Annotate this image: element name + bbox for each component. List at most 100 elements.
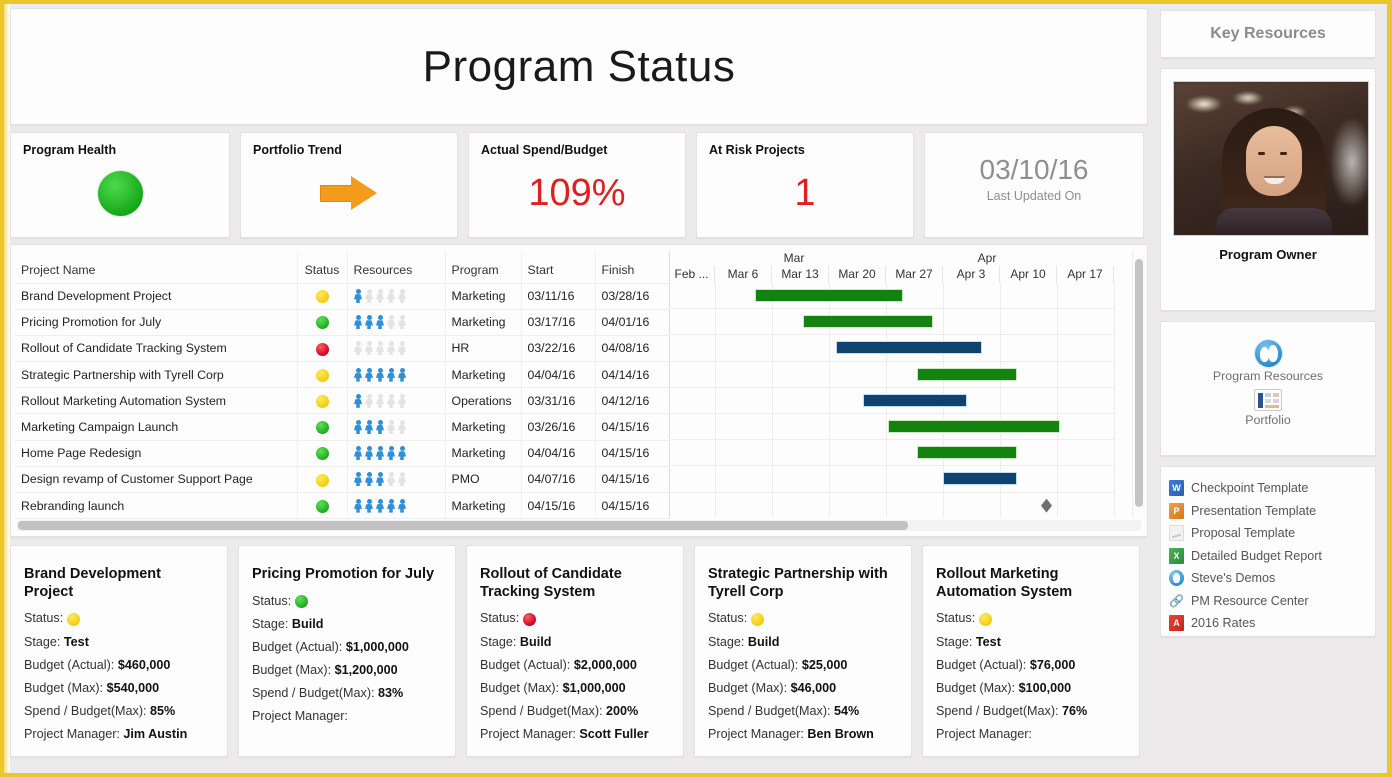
status-dot-green-icon <box>316 421 329 434</box>
cell-program: HR <box>445 335 521 361</box>
cell-program: Marketing <box>445 283 521 309</box>
project-table: Project Name Status Resources Program St… <box>15 251 670 519</box>
cell-project-name: Pricing Promotion for July <box>15 309 297 335</box>
table-header-row: Project Name Status Resources Program St… <box>15 251 669 283</box>
cell-program: Operations <box>445 388 521 414</box>
kpi-at-risk-projects[interactable]: At Risk Projects 1 <box>696 132 914 238</box>
detail-budget-actual: Budget (Actual): $76,000 <box>936 658 1126 672</box>
table-row[interactable]: Strategic Partnership with Tyrell CorpMa… <box>15 362 669 388</box>
avatar <box>1173 81 1369 236</box>
timeline-week-label: Mar 20 <box>829 266 886 283</box>
gantt-bar[interactable] <box>917 446 1017 459</box>
person-icon <box>387 499 396 513</box>
col-start[interactable]: Start <box>521 251 595 283</box>
gantt-bar[interactable] <box>863 394 967 407</box>
detail-budget-max: Budget (Max): $1,200,000 <box>252 663 442 677</box>
project-detail-card[interactable]: Strategic Partnership with Tyrell CorpSt… <box>694 545 912 757</box>
timeline-month-label: Mar <box>764 251 824 265</box>
timeline-week-label: Apr 10 <box>1000 266 1057 283</box>
detail-project-manager: Project Manager: <box>936 727 1126 741</box>
file-link-label: Proposal Template <box>1191 526 1295 540</box>
pdf-icon <box>1169 615 1184 631</box>
file-link-row[interactable]: 2016 Rates <box>1169 612 1375 635</box>
cell-project-name: Rebranding launch <box>15 493 297 519</box>
person-icon <box>354 394 363 408</box>
table-row[interactable]: Design revamp of Customer Support PagePM… <box>15 466 669 492</box>
resource-tiles-card: Program Resources Portfolio <box>1160 321 1376 456</box>
cell-status <box>297 388 347 414</box>
gantt-bar[interactable] <box>836 341 982 354</box>
cell-status <box>297 466 347 492</box>
person-icon <box>387 446 396 460</box>
file-link-label: Presentation Template <box>1191 504 1316 518</box>
detail-budget-max: Budget (Max): $1,000,000 <box>480 681 670 695</box>
kpi-portfolio-trend[interactable]: Portfolio Trend <box>240 132 458 238</box>
person-icon <box>354 289 363 303</box>
person-icon <box>398 446 407 460</box>
col-finish[interactable]: Finish <box>595 251 669 283</box>
gantt-vertical-scrollbar[interactable] <box>1132 251 1144 517</box>
timeline-row <box>669 440 1115 466</box>
table-row[interactable]: Rebranding launchMarketing04/15/1604/15/… <box>15 493 669 519</box>
excel-icon <box>1169 548 1184 564</box>
cell-start: 03/17/16 <box>521 309 595 335</box>
detail-project-manager: Project Manager: Ben Brown <box>708 727 898 741</box>
table-row[interactable]: Marketing Campaign LaunchMarketing03/26/… <box>15 414 669 440</box>
project-detail-card[interactable]: Rollout Marketing Automation SystemStatu… <box>922 545 1140 757</box>
file-link-row[interactable]: PM Resource Center <box>1169 590 1375 613</box>
cell-resources <box>347 388 445 414</box>
person-icon <box>365 394 374 408</box>
project-detail-card[interactable]: Rollout of Candidate Tracking SystemStat… <box>466 545 684 757</box>
gantt-grid: Project Name Status Resources Program St… <box>15 251 669 517</box>
person-icon <box>365 341 374 355</box>
table-row[interactable]: Home Page RedesignMarketing04/04/1604/15… <box>15 440 669 466</box>
file-link-row[interactable]: Proposal Template <box>1169 522 1375 545</box>
file-link-label: PM Resource Center <box>1191 594 1309 608</box>
gantt-bar[interactable] <box>888 420 1060 433</box>
detail-budget-actual: Budget (Actual): $1,000,000 <box>252 640 442 654</box>
file-link-row[interactable]: Presentation Template <box>1169 500 1375 523</box>
cell-status <box>297 309 347 335</box>
detail-spend-ratio: Spend / Budget(Max): 76% <box>936 704 1126 718</box>
table-row[interactable]: Rollout Marketing Automation SystemOpera… <box>15 388 669 414</box>
detail-project-manager: Project Manager: <box>252 709 442 723</box>
project-detail-card[interactable]: Brand Development ProjectStatus:Stage: T… <box>10 545 228 757</box>
gantt-bar[interactable] <box>803 315 933 328</box>
table-row[interactable]: Rollout of Candidate Tracking SystemHR03… <box>15 335 669 361</box>
timeline-week-label: Ap <box>1114 266 1115 283</box>
kpi-actual-spend-budget[interactable]: Actual Spend/Budget 109% <box>468 132 686 238</box>
tile-portfolio[interactable]: Portfolio <box>1161 389 1375 427</box>
detail-stage: Stage: Test <box>24 635 214 649</box>
file-link-row[interactable]: Detailed Budget Report <box>1169 545 1375 568</box>
cell-start: 04/07/16 <box>521 466 595 492</box>
cell-resources <box>347 283 445 309</box>
detail-status: Status: <box>24 611 214 625</box>
file-link-label: Checkpoint Template <box>1191 481 1308 495</box>
gantt-bar[interactable] <box>943 472 1017 485</box>
col-program[interactable]: Program <box>445 251 521 283</box>
cell-finish: 04/14/16 <box>595 362 669 388</box>
kpi-program-health[interactable]: Program Health <box>10 132 230 238</box>
file-link-row[interactable]: Checkpoint Template <box>1169 477 1375 500</box>
table-row[interactable]: Brand Development ProjectMarketing03/11/… <box>15 283 669 309</box>
col-status[interactable]: Status <box>297 251 347 283</box>
tile-program-resources[interactable]: Program Resources <box>1161 340 1375 383</box>
detail-budget-max: Budget (Max): $46,000 <box>708 681 898 695</box>
table-row[interactable]: Pricing Promotion for JulyMarketing03/17… <box>15 309 669 335</box>
cell-project-name: Design revamp of Customer Support Page <box>15 466 297 492</box>
detail-spend-ratio: Spend / Budget(Max): 54% <box>708 704 898 718</box>
gantt-horizontal-scrollbar[interactable] <box>17 520 1141 531</box>
gantt-bar[interactable] <box>917 368 1017 381</box>
person-icon <box>387 289 396 303</box>
project-detail-card[interactable]: Pricing Promotion for JulyStatus:Stage: … <box>238 545 456 757</box>
status-dot-green-icon <box>316 447 329 460</box>
col-project-name[interactable]: Project Name <box>15 251 297 283</box>
col-resources[interactable]: Resources <box>347 251 445 283</box>
cell-project-name: Home Page Redesign <box>15 440 297 466</box>
status-dot-red-icon <box>316 343 329 356</box>
person-icon <box>354 446 363 460</box>
status-dot-yellow-icon <box>316 395 329 408</box>
file-link-row[interactable]: Steve's Demos <box>1169 567 1375 590</box>
gantt-bar[interactable] <box>755 289 903 302</box>
health-green-dot-icon <box>98 171 143 216</box>
